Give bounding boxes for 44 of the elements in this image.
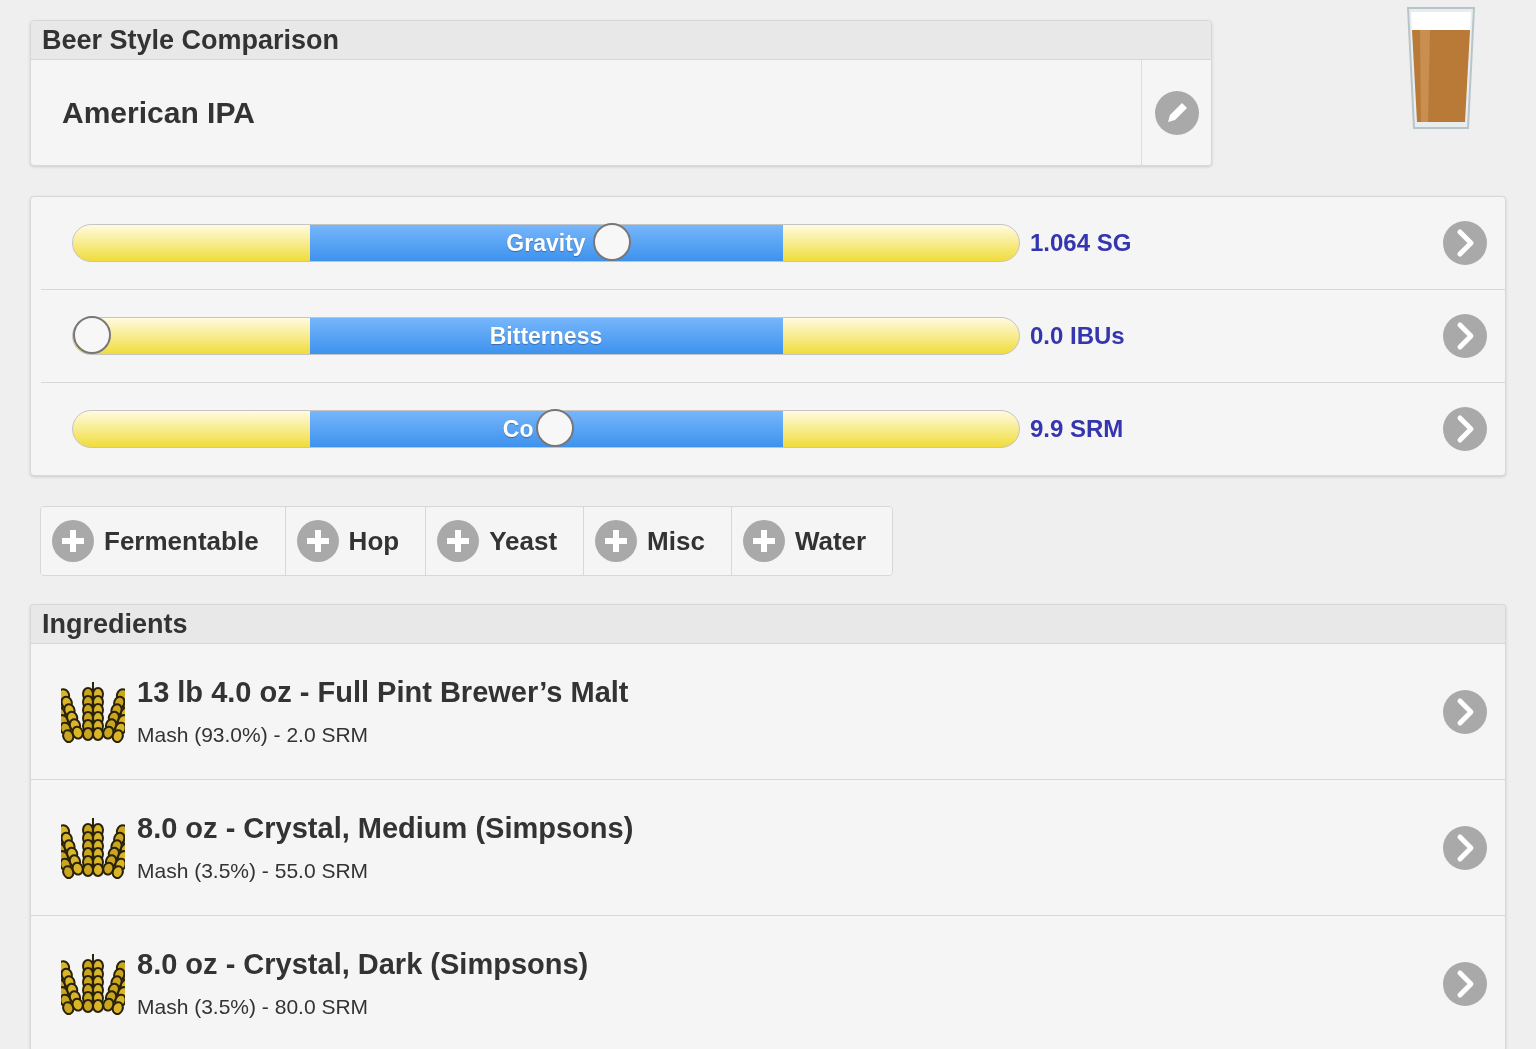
ingredient-detail: Mash (3.5%) - 55.0 SRM: [137, 859, 370, 883]
ingredient-name: 8.0 oz - Crystal, Dark (Simpsons): [137, 948, 590, 981]
meter-label: Bitterness: [489, 322, 603, 350]
meter-reading: 9.9 SRM: [1030, 415, 1125, 443]
ingredient-name: 13 lb 4.0 oz - Full Pint Brewer’s Malt: [137, 676, 630, 709]
meter-reading: 0.0 IBUs: [1030, 322, 1126, 350]
card-title: Ingredients: [31, 605, 1505, 644]
ingredient-name: 8.0 oz - Crystal, Medium (Simpsons): [137, 812, 635, 845]
details-button[interactable]: [1443, 689, 1487, 734]
chevron-right-icon: [1443, 825, 1487, 870]
meter-label: Co: [502, 415, 534, 443]
chevron-right-icon: [1443, 407, 1487, 451]
meter-label: Gravity: [506, 229, 586, 257]
details-button[interactable]: [1443, 407, 1487, 451]
plus-icon: [437, 520, 480, 562]
add-button[interactable]: Misc: [583, 507, 731, 575]
card-title: Beer Style Comparison: [31, 21, 1211, 60]
ingredient-detail: Mash (3.5%) - 80.0 SRM: [137, 995, 370, 1019]
details-button[interactable]: [1443, 825, 1487, 870]
ingredient-detail: Mash (93.0%) - 2.0 SRM: [137, 723, 370, 747]
wheat-icon: [61, 815, 125, 880]
chevron-right-icon: [1443, 221, 1487, 265]
beer-glass-icon: [1406, 6, 1476, 130]
add-button[interactable]: Hop: [284, 507, 426, 575]
wheat-icon: [61, 951, 125, 1016]
plus-icon: [52, 520, 94, 562]
chevron-right-icon: [1443, 961, 1487, 1006]
details-button[interactable]: [1443, 221, 1487, 265]
chevron-right-icon: [1443, 689, 1487, 734]
add-button[interactable]: Yeast: [425, 507, 584, 575]
plus-icon: [296, 520, 339, 562]
pencil-icon: [1154, 90, 1199, 135]
chevron-right-icon: [1443, 314, 1487, 358]
add-button[interactable]: Fermentable: [41, 507, 285, 575]
edit-button[interactable]: [1141, 60, 1211, 165]
details-button[interactable]: [1443, 314, 1487, 358]
plus-icon: [742, 520, 785, 562]
plus-icon: [595, 520, 638, 562]
details-button[interactable]: [1443, 961, 1487, 1006]
style-name: American IPA: [61, 94, 256, 131]
slider-thumb[interactable]: [72, 316, 111, 354]
meter-reading: 1.064 SG: [1030, 229, 1133, 257]
add-button[interactable]: Water: [730, 507, 893, 575]
wheat-icon: [61, 679, 125, 744]
